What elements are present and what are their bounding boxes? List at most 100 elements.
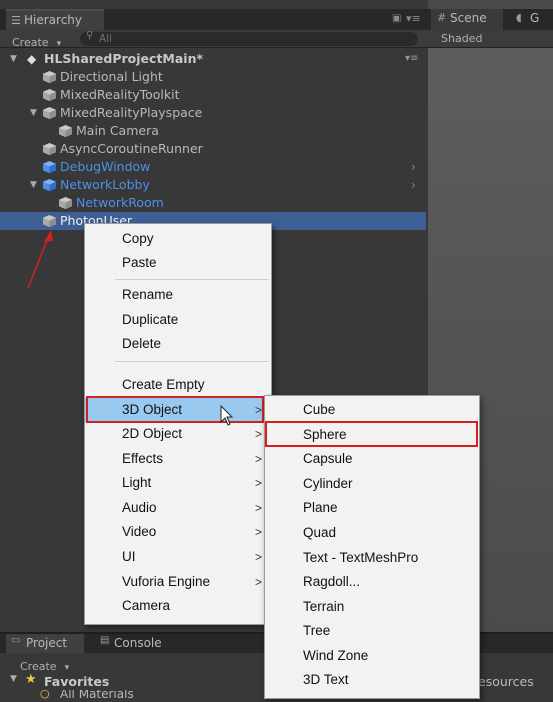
menu-separator (115, 361, 269, 362)
annotation-arrow (27, 230, 53, 289)
menu-item-label: Cylinder (303, 476, 353, 491)
gameobject-cube-icon (43, 107, 56, 119)
create-dropdown[interactable]: Create ▾ (12, 31, 72, 49)
scene-root-row[interactable]: ▼ ◆ HLSharedProjectMain* ▾≡ (0, 50, 426, 68)
game-tab-label: G (530, 11, 540, 25)
gameobject-cube-icon (43, 89, 56, 101)
tree-item-network-lobby[interactable]: ▼ NetworkLobby › (0, 176, 426, 194)
expand-arrow-icon[interactable]: ▼ (30, 176, 37, 194)
submenu-item-3d-text[interactable]: 3D Text (265, 668, 479, 692)
unity-scene-icon: ◆ (27, 52, 37, 66)
favorites-item[interactable]: ○ All Materials (38, 690, 238, 702)
tree-item-label: MixedRealityToolkit (60, 87, 180, 102)
menu-item-effects[interactable]: Effects > (85, 447, 271, 471)
search-icon: ○ (40, 690, 50, 700)
highlight-box-sphere (265, 421, 478, 447)
resources-label: esources (478, 674, 534, 689)
submenu-item-text-meshpro[interactable]: Text - TextMeshPro (265, 546, 479, 570)
folder-icon: ▭ (11, 635, 21, 646)
menu-item-2d-object[interactable]: 2D Object > (85, 422, 271, 446)
chevron-down-icon: ▾ (64, 663, 70, 673)
submenu-item-quad[interactable]: Quad (265, 521, 479, 545)
tree-item-label: Main Camera (76, 123, 159, 138)
submenu-item-cube[interactable]: Cube (265, 398, 479, 422)
search-placeholder: All (99, 33, 113, 45)
tree-item-network-room[interactable]: NetworkRoom (0, 194, 426, 212)
chevron-down-icon: ▾ (56, 39, 62, 49)
menu-item-create-empty[interactable]: Create Empty (85, 373, 271, 397)
menu-item-rename[interactable]: Rename (85, 283, 271, 307)
chevron-right-icon[interactable]: › (411, 176, 416, 194)
tree-item-label: NetworkLobby (60, 177, 150, 192)
tree-item-directional-light[interactable]: Directional Light (0, 68, 426, 86)
scene-menu-icon[interactable]: ▾≡ (405, 50, 418, 68)
submenu-item-ragdoll[interactable]: Ragdoll... (265, 570, 479, 594)
chevron-right-icon[interactable]: › (411, 158, 416, 176)
menu-item-label: Copy (122, 231, 154, 246)
menu-item-label: Camera (122, 598, 171, 613)
submenu-item-wind-zone[interactable]: Wind Zone (265, 644, 479, 668)
menu-item-label: Delete (122, 336, 162, 351)
scene-grid-icon: # (437, 11, 447, 24)
menu-item-copy[interactable]: Copy (85, 227, 271, 251)
menu-item-label: Text - TextMeshPro (303, 550, 419, 565)
submenu-arrow-icon: > (254, 476, 262, 490)
scene-tab[interactable]: # Scene (431, 9, 503, 30)
menu-separator (115, 279, 269, 280)
scene-name: HLSharedProjectMain* (44, 51, 204, 66)
menu-item-label: Terrain (303, 599, 345, 614)
submenu-arrow-icon: > (254, 575, 262, 589)
game-tab[interactable]: ◖ G (508, 9, 553, 30)
menu-item-label: 2D Object (122, 426, 183, 441)
menu-item-audio[interactable]: Audio > (85, 496, 271, 520)
menu-item-camera[interactable]: Camera (85, 594, 271, 618)
menu-item-delete[interactable]: Delete (85, 332, 271, 356)
submenu-item-tree[interactable]: Tree (265, 619, 479, 643)
expand-arrow-icon[interactable]: ▼ (10, 674, 17, 684)
game-pacman-icon: ◖ (516, 11, 522, 24)
gameobject-cube-icon (59, 125, 72, 137)
menu-item-vuforia-engine[interactable]: Vuforia Engine > (85, 570, 271, 594)
create-label: Create (12, 36, 49, 49)
submenu-item-capsule[interactable]: Capsule (265, 447, 479, 471)
tree-item-label: MixedRealityPlayspace (60, 105, 203, 120)
highlight-box-3d-object (86, 396, 264, 423)
menu-item-label: Video (122, 524, 157, 539)
tree-item-async-coroutine-runner[interactable]: AsyncCoroutineRunner (0, 140, 426, 158)
menu-item-light[interactable]: Light > (85, 471, 271, 495)
panel-menu-icon[interactable]: ▾≡ (406, 12, 421, 25)
menu-item-label: Paste (122, 255, 157, 270)
submenu-item-terrain[interactable]: Terrain (265, 595, 479, 619)
tree-item-main-camera[interactable]: Main Camera (0, 122, 426, 140)
shading-mode-dropdown[interactable]: Shaded (441, 32, 482, 46)
menu-item-duplicate[interactable]: Duplicate (85, 308, 271, 332)
project-create-dropdown[interactable]: Create ▾ (20, 655, 80, 673)
prefab-cube-icon (43, 179, 56, 191)
tree-item-mixed-reality-playspace[interactable]: ▼ MixedRealityPlayspace (0, 104, 426, 122)
submenu-arrow-icon: > (254, 427, 262, 441)
favorites-row[interactable]: ▼ ★ Favorites (8, 672, 258, 690)
console-tab[interactable]: ▤ Console (92, 634, 174, 653)
hierarchy-tab[interactable]: ☰ Hierarchy (6, 9, 104, 30)
menu-item-paste[interactable]: Paste (85, 251, 271, 275)
project-tab-label: Project (26, 636, 68, 650)
console-tab-label: Console (114, 636, 162, 650)
lock-icon[interactable]: ▣ (392, 13, 401, 24)
submenu-item-plane[interactable]: Plane (265, 496, 479, 520)
submenu-item-cylinder[interactable]: Cylinder (265, 472, 479, 496)
favorites-label: Favorites (44, 674, 110, 689)
search-input[interactable]: ⚲ All (80, 30, 418, 46)
menu-item-video[interactable]: Video > (85, 520, 271, 544)
menu-item-label: Capsule (303, 451, 353, 466)
star-icon: ★ (25, 672, 37, 687)
menu-item-label: Light (122, 475, 152, 490)
tree-item-debug-window[interactable]: DebugWindow › (0, 158, 426, 176)
menu-item-ui[interactable]: UI > (85, 545, 271, 569)
expand-arrow-icon[interactable]: ▼ (10, 50, 17, 68)
hierarchy-tab-label: Hierarchy (24, 13, 83, 27)
tree-item-mixed-reality-toolkit[interactable]: MixedRealityToolkit (0, 86, 426, 104)
tree-item-label: AsyncCoroutineRunner (60, 141, 203, 156)
expand-arrow-icon[interactable]: ▼ (30, 104, 37, 122)
hierarchy-list-icon: ☰ (11, 14, 21, 27)
project-tab[interactable]: ▭ Project (6, 634, 84, 653)
